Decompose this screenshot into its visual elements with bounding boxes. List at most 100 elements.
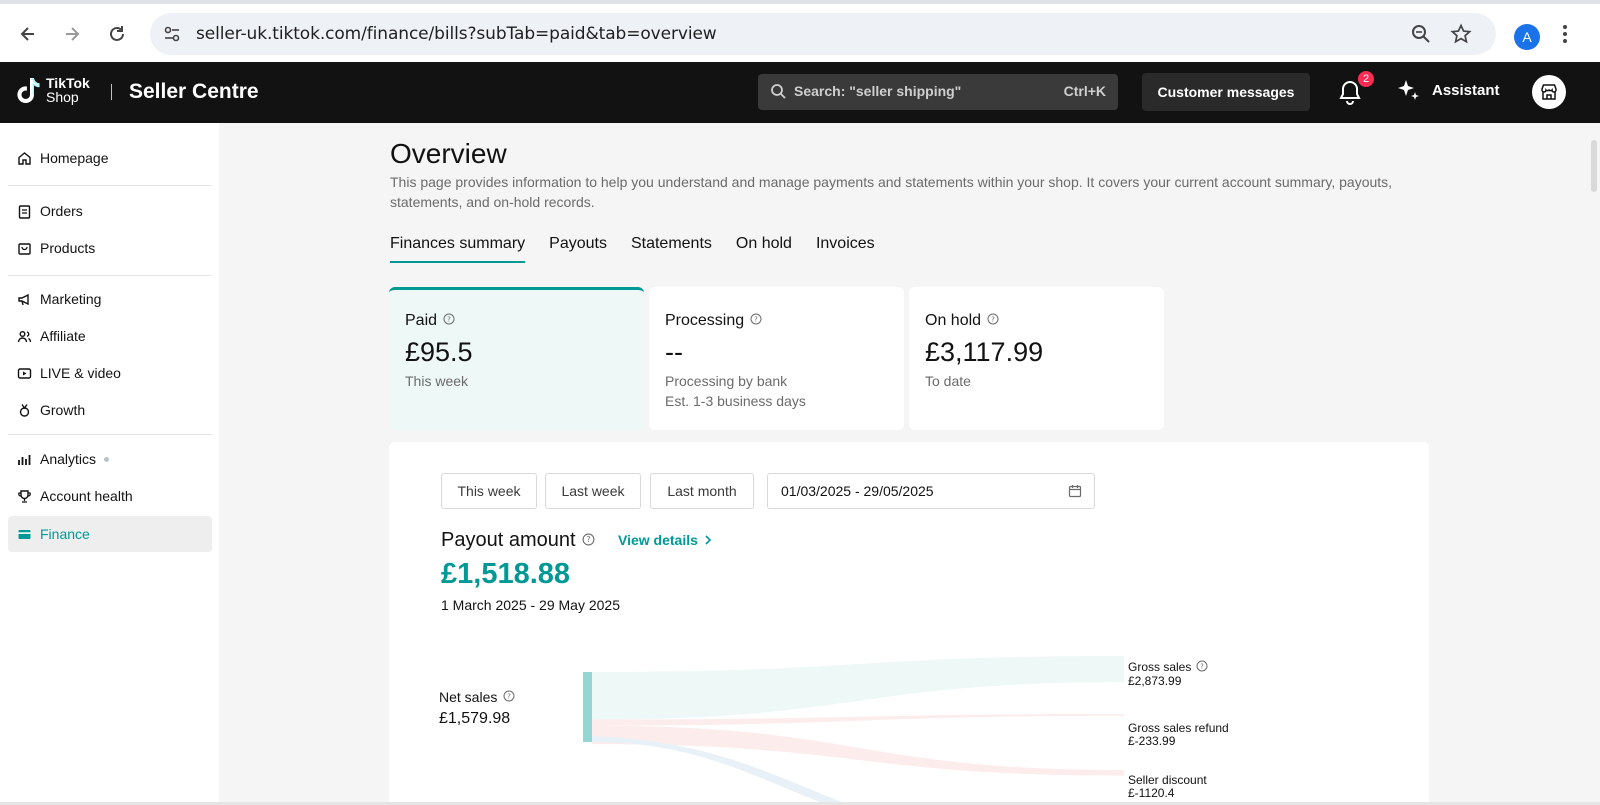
sidebar-item-label: Homepage <box>40 150 109 166</box>
finance-tabs: Finances summary Payouts Statements On h… <box>390 235 899 263</box>
address-bar[interactable]: seller-uk.tiktok.com/finance/bills?subTa… <box>150 13 1496 55</box>
reload-icon[interactable] <box>103 20 131 48</box>
url-text[interactable]: seller-uk.tiktok.com/finance/bills?subTa… <box>196 24 717 44</box>
help-icon[interactable]: ? <box>987 312 999 330</box>
sidebar-item-live-video[interactable]: LIVE & video <box>8 355 212 391</box>
top-header: TikTok Shop Seller Centre Search: "selle… <box>0 62 1600 123</box>
tab-statements[interactable]: Statements <box>631 235 712 263</box>
bag-icon <box>16 240 32 256</box>
payout-panel: This week Last week Last month 01/03/202… <box>389 442 1429 805</box>
help-icon[interactable]: ? <box>443 312 455 330</box>
sidebar-item-label: Products <box>40 240 96 256</box>
seller-discount-value: £-1120.4 <box>1128 786 1175 800</box>
sidebar-item-homepage[interactable]: Homepage <box>8 140 212 176</box>
gross-sales-value: £2,873.99 <box>1128 674 1182 688</box>
card-label: Paid ? <box>405 312 455 330</box>
tab-finances-summary[interactable]: Finances summary <box>390 235 526 263</box>
card-label: Processing ? <box>665 312 762 330</box>
search-input[interactable]: Search: "seller shipping" Ctrl+K <box>758 74 1118 110</box>
sidebar-item-orders[interactable]: Orders <box>8 193 212 229</box>
sankey-label-seller-discount: Seller discount £-1120.4 <box>1128 774 1207 800</box>
sidebar-divider <box>8 185 212 186</box>
search-icon <box>770 83 786 104</box>
page-scrollbar[interactable] <box>1591 140 1597 192</box>
paid-value: £95.5 <box>405 337 473 367</box>
browser-toolbar: seller-uk.tiktok.com/finance/bills?subTa… <box>0 0 1600 62</box>
notification-badge: 2 <box>1357 70 1375 88</box>
on-hold-label: On hold <box>925 312 982 329</box>
svg-text:?: ? <box>447 316 451 324</box>
card-label: On hold ? <box>925 312 999 330</box>
clipboard-icon <box>16 203 32 219</box>
medal-icon <box>16 402 32 418</box>
browser-menu-icon[interactable] <box>1562 24 1568 49</box>
site-settings-icon[interactable] <box>160 22 184 46</box>
svg-text:?: ? <box>1201 663 1205 671</box>
paid-label: Paid <box>405 312 438 329</box>
sidebar-item-label: Finance <box>40 526 90 542</box>
forward-icon[interactable] <box>58 20 86 48</box>
help-icon[interactable]: ? <box>1196 660 1208 675</box>
sparkle-icon <box>1398 80 1419 100</box>
net-sales-label: Net sales ? <box>439 689 515 705</box>
sidebar-divider <box>8 434 212 435</box>
bookmark-star-icon[interactable] <box>1450 23 1472 50</box>
logo-line-1: TikTok <box>46 75 90 91</box>
processing-detail: Processing by bank Est. 1-3 business day… <box>665 371 806 411</box>
gross-sales-refund-value: £-233.99 <box>1128 734 1176 748</box>
customer-messages-button[interactable]: Customer messages <box>1142 73 1310 111</box>
sankey-label-gross-sales-refund: Gross sales refund £-233.99 <box>1128 722 1229 748</box>
net-sales-name: Net sales <box>439 689 498 705</box>
sidebar-item-affiliate[interactable]: Affiliate <box>8 318 212 354</box>
trophy-icon <box>16 488 32 504</box>
sidebar-item-account-health[interactable]: Account health <box>8 478 212 514</box>
people-icon <box>16 328 32 344</box>
sidebar-item-label: Orders <box>40 203 83 219</box>
sidebar-item-products[interactable]: Products <box>8 230 212 266</box>
assistant-label: Assistant <box>1432 81 1500 99</box>
megaphone-icon <box>16 291 32 307</box>
sankey-link-gross-sales <box>592 656 1124 720</box>
back-icon[interactable] <box>14 20 42 48</box>
zoom-icon[interactable] <box>1410 23 1432 50</box>
sankey-label-gross-sales: Gross sales ? £2,873.99 <box>1128 660 1208 688</box>
tab-invoices[interactable]: Invoices <box>816 235 875 263</box>
processing-sub-line-2: Est. 1-3 business days <box>665 393 806 409</box>
tab-payouts[interactable]: Payouts <box>549 235 607 263</box>
sidebar-item-label: Marketing <box>40 291 102 307</box>
assistant-button[interactable]: Assistant <box>1396 78 1500 102</box>
card-icon <box>16 526 32 542</box>
processing-card[interactable]: Processing ? -- Processing by bank Est. … <box>649 287 904 430</box>
home-icon <box>16 150 32 166</box>
tab-on-hold[interactable]: On hold <box>736 235 792 263</box>
help-icon[interactable]: ? <box>750 312 762 330</box>
sidebar-item-marketing[interactable]: Marketing <box>8 281 212 317</box>
new-indicator-dot <box>104 456 110 462</box>
sidebar-item-label: Affiliate <box>40 328 86 344</box>
sankey-link-seller-discount <box>592 725 1124 776</box>
store-icon <box>1541 84 1557 100</box>
profile-avatar[interactable]: A <box>1514 24 1540 50</box>
tiktok-shop-logo[interactable]: TikTok Shop <box>16 76 90 106</box>
sidebar-item-label: Analytics <box>40 451 97 467</box>
sankey-node-net-sales <box>583 672 592 742</box>
logo-text: TikTok Shop <box>46 76 106 104</box>
main-content: Overview This page provides information … <box>219 123 1589 805</box>
shop-avatar[interactable] <box>1532 75 1566 109</box>
sidebar-divider <box>8 275 212 276</box>
sidebar-item-analytics[interactable]: Analytics <box>8 441 212 477</box>
sidebar-item-label: Account health <box>40 488 133 504</box>
paid-period: This week <box>405 373 469 389</box>
search-placeholder: Search: "seller shipping" <box>794 83 962 99</box>
on-hold-period: To date <box>925 373 971 389</box>
sidebar-item-growth[interactable]: Growth <box>8 392 212 428</box>
page-description: This page provides information to help y… <box>390 174 1393 210</box>
processing-value: -- <box>665 337 683 367</box>
paid-card[interactable]: Paid ? £95.5 This week <box>389 287 644 430</box>
sidebar-item-finance[interactable]: Finance <box>8 516 212 552</box>
payout-sankey-chart <box>583 656 1124 805</box>
help-icon[interactable]: ? <box>503 689 515 705</box>
bar-chart-icon <box>16 451 32 467</box>
on-hold-card[interactable]: On hold ? £3,117.99 To date <box>909 287 1164 430</box>
svg-text:?: ? <box>754 316 758 324</box>
